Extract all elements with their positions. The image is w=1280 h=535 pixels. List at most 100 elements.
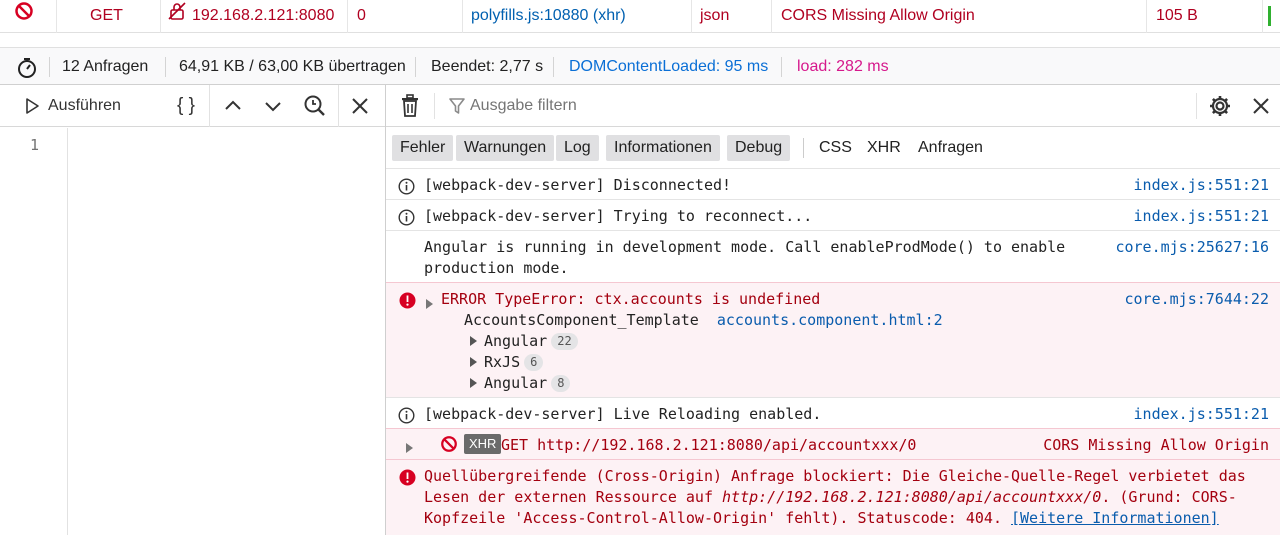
filter-errors[interactable]: Fehler	[392, 135, 454, 161]
load-time: load: 282 ms	[797, 58, 889, 75]
filter-xhr[interactable]: XHR	[859, 135, 909, 161]
message-text-line1: Angular is running in development mode. …	[424, 238, 1066, 256]
console-settings-button[interactable]	[1200, 85, 1240, 127]
close-devtools-button[interactable]	[1242, 85, 1280, 127]
blocked-icon	[14, 1, 34, 34]
message-text: ERROR TypeError: ctx.accounts is undefin…	[441, 290, 821, 308]
message-text: [webpack-dev-server] Disconnected!	[424, 176, 732, 194]
filter-warnings[interactable]: Warnungen	[456, 135, 555, 161]
chevron-up-icon	[225, 100, 241, 110]
insecure-lock-icon	[168, 1, 186, 34]
request-initiator[interactable]: polyfills.js:10880 (xhr)	[471, 0, 626, 33]
request-size: 105 B	[1156, 7, 1198, 24]
message-text-line1: Quellübergreifende (Cross-Origin) Anfrag…	[424, 467, 1246, 485]
count-badge: 22	[551, 333, 578, 350]
error-icon	[399, 469, 416, 490]
waterfall-bar	[1268, 6, 1271, 26]
chevron-down-icon	[265, 102, 281, 112]
message-text: [webpack-dev-server] Live Reloading enab…	[424, 405, 822, 423]
next-expression-button[interactable]	[254, 85, 292, 127]
expand-triangle-icon	[470, 378, 477, 388]
clear-console-button[interactable]	[392, 85, 428, 127]
more-info-link[interactable]: [Weitere Informationen]	[1011, 509, 1219, 527]
resource-url: http://192.168.2.121:8080/api/accountxxx…	[722, 488, 1102, 506]
blocked-icon	[440, 435, 458, 457]
count-badge: 6	[524, 354, 544, 371]
previous-expression-button[interactable]	[214, 85, 252, 127]
filter-debug[interactable]: Debug	[727, 135, 791, 161]
error-icon	[399, 292, 416, 313]
request-method: GET	[90, 7, 123, 24]
message-source-link[interactable]: index.js:551:21	[1134, 176, 1269, 194]
run-button[interactable]: Ausführen	[22, 85, 134, 127]
stack-group[interactable]: Angular 8	[470, 374, 571, 392]
stopwatch-icon[interactable]	[16, 49, 38, 87]
finished-time: Beendet: 2,77 s	[431, 58, 544, 75]
message-text-line3: Kopfzeile 'Access-Control-Allow-Origin' …	[424, 509, 1219, 527]
console-error-message: Quellübergreifende (Cross-Origin) Anfrag…	[386, 459, 1280, 535]
message-source-link[interactable]: index.js:551:21	[1134, 405, 1269, 423]
xhr-status: CORS Missing Allow Origin	[1043, 436, 1269, 454]
filter-logs[interactable]: Log	[556, 135, 599, 161]
request-transferred: CORS Missing Allow Origin	[781, 7, 975, 24]
multiline-editor: Ausführen { } 1	[0, 85, 386, 535]
stack-group[interactable]: RxJS 6	[470, 353, 544, 371]
close-icon	[1253, 98, 1269, 114]
console-message: Angular is running in development mode. …	[386, 230, 1280, 282]
stack-frame: AccountsComponent_Template accounts.comp…	[464, 311, 943, 329]
filter-info[interactable]: Informationen	[606, 135, 720, 161]
message-text: [webpack-dev-server] Trying to reconnect…	[424, 207, 813, 225]
message-text: GET http://192.168.2.121:8080/api/accoun…	[501, 436, 917, 454]
xhr-tag: XHR	[464, 434, 502, 454]
console-error-message: ERROR TypeError: ctx.accounts is undefin…	[386, 282, 1280, 397]
transferred-size: 64,91 KB / 63,00 KB übertragen	[179, 58, 406, 75]
request-type: json	[700, 7, 730, 24]
pretty-print-button[interactable]: { }	[163, 85, 209, 127]
console-message: [webpack-dev-server] Live Reloading enab…	[386, 397, 1280, 428]
editor-toolbar: Ausführen { }	[0, 85, 385, 127]
console-filter-bar	[386, 85, 1280, 127]
filter-css[interactable]: CSS	[811, 135, 860, 161]
expand-triangle-icon	[470, 357, 477, 367]
close-icon	[352, 98, 368, 114]
request-host: 192.168.2.121:8080	[192, 7, 335, 24]
expand-triangle-icon[interactable]	[406, 439, 420, 457]
close-editor-button[interactable]	[341, 85, 379, 127]
line-number: 1	[30, 136, 40, 154]
info-icon	[398, 209, 415, 230]
message-source-link[interactable]: index.js:551:21	[1134, 207, 1269, 225]
message-source-link[interactable]: core.mjs:7644:22	[1125, 290, 1270, 308]
network-summary-bar: 12 Anfragen 64,91 KB / 63,00 KB übertrag…	[0, 47, 1280, 85]
code-editor-area[interactable]	[69, 128, 385, 535]
filter-requests[interactable]: Anfragen	[910, 135, 991, 161]
network-request-row[interactable]: GET 192.168.2.121:8080 0 polyfills.js:10…	[0, 0, 1280, 33]
console-panel: Fehler Warnungen Log Informationen Debug…	[386, 85, 1280, 535]
history-search-icon	[304, 95, 325, 116]
console-xhr-error-message[interactable]: XHR GET http://192.168.2.121:8080/api/ac…	[386, 428, 1280, 459]
run-button-label: Ausführen	[48, 97, 121, 114]
line-number-gutter: 1	[0, 128, 68, 535]
stack-group[interactable]: Angular 22	[470, 332, 578, 350]
stack-link[interactable]: accounts.component.html:2	[717, 311, 943, 329]
request-status: 0	[357, 7, 366, 24]
info-icon	[398, 407, 415, 428]
request-count: 12 Anfragen	[62, 58, 149, 75]
expand-triangle-icon	[470, 336, 477, 346]
console-message: [webpack-dev-server] Disconnected! index…	[386, 168, 1280, 199]
info-icon	[398, 178, 415, 199]
message-text-line2: production mode.	[424, 259, 569, 277]
stack-function: AccountsComponent_Template	[464, 311, 699, 329]
play-icon	[26, 98, 39, 114]
message-text-line2: Lesen der externen Ressource auf http://…	[424, 488, 1237, 506]
dom-content-loaded-time: DOMContentLoaded: 95 ms	[569, 58, 769, 75]
gear-icon	[1210, 96, 1230, 116]
reverse-search-button[interactable]	[295, 85, 335, 127]
count-badge: 8	[551, 375, 571, 392]
console-message: [webpack-dev-server] Trying to reconnect…	[386, 199, 1280, 230]
trash-icon	[402, 94, 418, 117]
filter-icon	[448, 97, 466, 119]
expand-triangle-icon[interactable]	[426, 295, 440, 313]
console-filter-input[interactable]	[470, 85, 1170, 127]
message-source-link[interactable]: core.mjs:25627:16	[1115, 238, 1269, 256]
console-level-filters: Fehler Warnungen Log Informationen Debug…	[386, 128, 1280, 168]
